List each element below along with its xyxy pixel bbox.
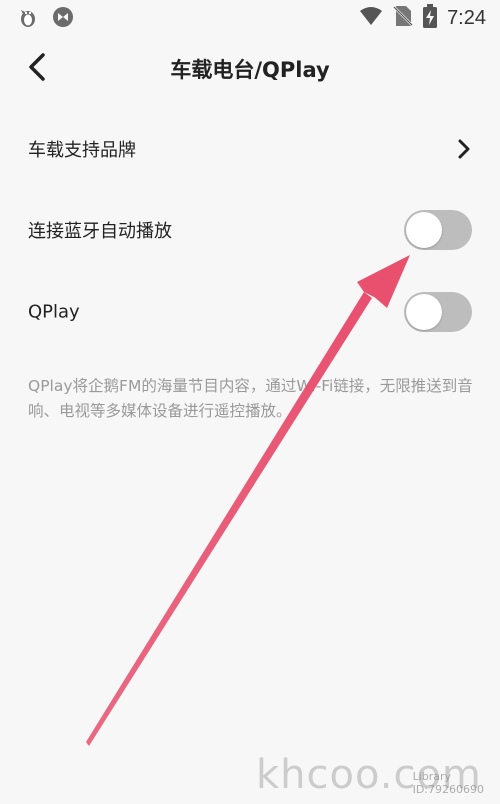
arrow-shaft <box>86 292 372 746</box>
penguin-app-icon <box>18 6 38 32</box>
status-bar: 7:24 <box>0 0 500 36</box>
header: 车载电台/QPlay <box>0 40 500 96</box>
watermark-library: Library ID:79260690 <box>413 770 484 796</box>
qplay-toggle[interactable] <box>404 292 472 332</box>
car-brands-label: 车载支持品牌 <box>28 140 136 161</box>
screen: 7:24 车载电台/QPlay 车载支持品牌 连接蓝牙自动播放 QPlay QP… <box>0 0 500 804</box>
wifi-icon <box>359 6 383 30</box>
bluetooth-autoplay-label: 连接蓝牙自动播放 <box>28 221 172 242</box>
toggle-knob <box>406 294 442 330</box>
bluetooth-autoplay-row: 连接蓝牙自动播放 <box>0 200 500 260</box>
qplay-description: QPlay将企鹅FM的海量节目内容，通过Wi-Fi链接，无限推送到音响、电视等多… <box>28 377 473 420</box>
qplay-label: QPlay <box>28 301 80 323</box>
qplay-row: QPlay <box>0 282 500 342</box>
status-right: 7:24 <box>359 4 486 32</box>
battery-charging-icon <box>423 4 438 32</box>
no-sim-icon <box>393 5 413 31</box>
chevron-right-icon <box>458 139 470 159</box>
toggle-knob <box>406 212 442 248</box>
app-logo-icon <box>52 6 74 32</box>
status-time: 7:24 <box>447 6 486 29</box>
watermark-library-label: Library <box>412 770 452 783</box>
status-left <box>18 6 74 32</box>
bluetooth-autoplay-toggle[interactable] <box>404 210 472 250</box>
page-title: 车载电台/QPlay <box>170 58 330 82</box>
car-brands-row[interactable]: 车载支持品牌 <box>0 119 500 179</box>
watermark-id: ID:79260690 <box>412 783 484 796</box>
